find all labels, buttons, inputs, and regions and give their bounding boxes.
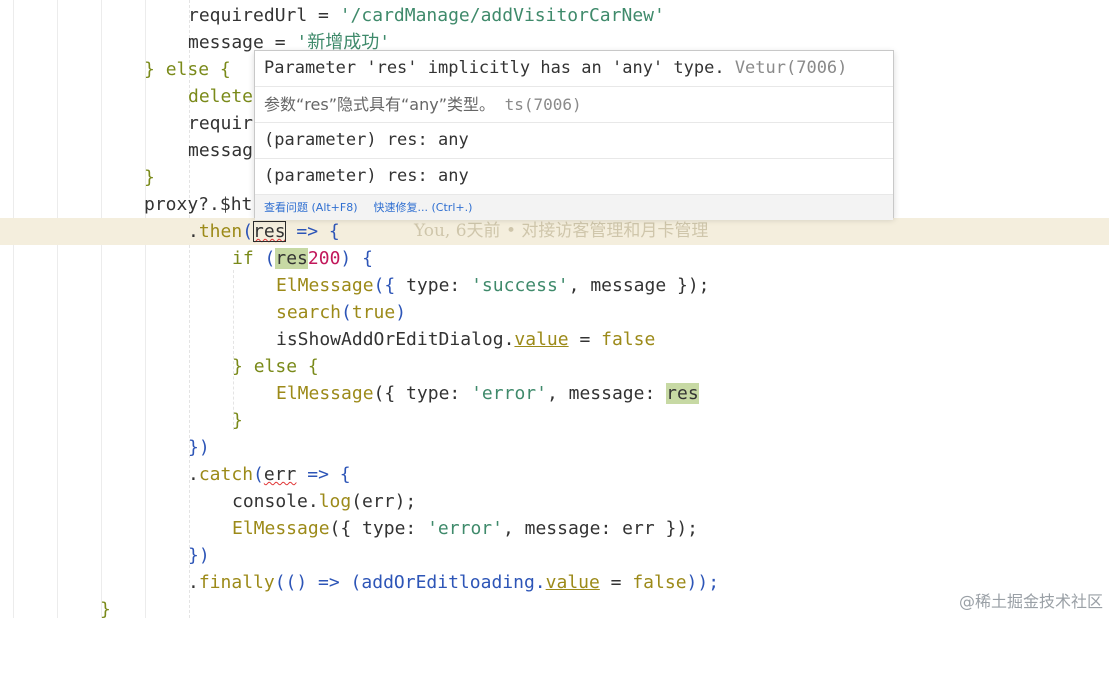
function-token: ElMessage [276,275,374,296]
code-line[interactable]: console.log(err); [0,488,1109,515]
code-token: => { [285,221,340,242]
highlighted-token: res [275,248,308,269]
diagnostic-message-vetur: Parameter 'res' implicitly has an 'any' … [255,51,893,87]
code-token: } [144,167,155,188]
code-line[interactable]: .finally(() => (addOrEditloading.value =… [0,569,1109,596]
code-token: isShowAddOrEditDialog. [276,329,515,350]
code-token: )); [686,572,720,593]
boolean-token: false [601,329,656,350]
code-token: ( [253,248,276,269]
code-token: requiredUrl = [188,5,340,26]
hover-tooltip: Parameter 'res' implicitly has an 'any' … [254,50,894,220]
diagnostic-source: ts(7006) [494,95,582,114]
code-line[interactable]: ElMessage({ type: 'error', message: err … [0,515,1109,542]
code-token: ) { [340,248,373,269]
code-line[interactable]: }) [0,542,1109,569]
quick-fix-link[interactable]: 快速修复... (Ctrl+.) [374,201,473,214]
boolean-token: false [632,572,687,593]
keyword-token: else [253,356,298,377]
code-line[interactable]: ElMessage({ type: 'success', message }); [0,272,1109,299]
code-token: , message: [546,383,667,404]
hover-actions: 查看问题 (Alt+F8) 快速修复... (Ctrl+.) [255,195,893,220]
diagnostic-text: Parameter 'res' implicitly has an 'any' … [264,58,725,78]
code-token: ( [341,302,352,323]
code-token: }) [188,545,210,566]
code-line[interactable]: requiredUrl = '/cardManage/addVisitorCar… [0,2,1109,29]
code-token: , message: err }); [502,518,699,539]
code-token: } [144,59,166,80]
boolean-token: true [351,302,396,323]
type-info: (parameter) res: any [255,159,893,195]
code-line[interactable]: ElMessage({ type: 'error', message: res [0,380,1109,407]
code-token: ) [395,302,407,323]
function-token: search [276,302,342,323]
code-token: (err); [351,491,417,512]
function-token: ElMessage [232,518,330,539]
code-token: ( [253,464,264,485]
code-line[interactable]: }) [0,434,1109,461]
code-line[interactable]: search(true) [0,299,1109,326]
code-token: { [209,59,231,80]
watermark: @稀土掘金技术社区 [958,592,1103,611]
function-token: catch [198,464,254,485]
code-line[interactable]: } [0,407,1109,434]
code-token: } [100,599,111,620]
keyword-token: if [232,248,254,269]
function-token: ElMessage [276,383,374,404]
code-token: } [232,410,243,431]
code-line[interactable]: if (res200) { [0,245,1109,272]
error-token-err[interactable]: err [264,464,297,485]
code-token: type: [406,275,472,296]
code-token: (() => (addOrEditloading. [274,572,546,593]
code-token: => { [296,464,351,485]
code-token: = [568,329,602,350]
string-token: 'error' [427,518,503,539]
code-line-current[interactable]: .then(res => { You, 6天前 • 对接访客管理和月卡管理 [0,218,1109,245]
function-token: log [318,491,352,512]
git-blame-annotation: You, 6天前 • 对接访客管理和月卡管理 [414,221,709,241]
code-token: messag [188,140,254,161]
error-token-res[interactable]: res [253,221,286,242]
string-token: 'error' [471,383,547,404]
diagnostic-message-ts: 参数“res”隐式具有“any”类型。 ts(7006) [255,87,893,123]
code-token: ( [242,221,254,242]
string-token: '/cardManage/addVisitorCarNew' [339,5,665,26]
keyword-token: else [165,59,210,80]
code-line[interactable]: isShowAddOrEditDialog.value = false [0,326,1109,353]
function-token: then [198,221,243,242]
code-token: = [599,572,633,593]
property-token: value [514,329,569,350]
property-token: value [545,572,600,593]
code-token: } [232,356,254,377]
code-token: ({ [373,275,407,296]
code-token: , message }); [568,275,710,296]
code-token: ({ type: [329,518,428,539]
diagnostic-text: 参数“res”隐式具有“any”类型。 [264,95,495,114]
view-problem-link[interactable]: 查看问题 (Alt+F8) [264,201,358,214]
code-token: . [188,572,199,593]
highlighted-token: res [666,383,699,404]
code-token: console. [232,491,319,512]
number-token: 200 [307,248,341,269]
code-line[interactable]: } else { [0,353,1109,380]
code-token: delete [188,86,254,107]
code-token: ({ type: [373,383,472,404]
code-line[interactable]: .catch(err => { [0,461,1109,488]
code-line[interactable]: } [0,596,1109,623]
code-token: }) [188,437,210,458]
code-token: proxy?.$ht [144,194,253,215]
function-token: finally [198,572,275,593]
diagnostic-source: Vetur(7006) [724,58,848,78]
code-token: { [297,356,319,377]
code-token: requir [188,113,254,134]
code-token: . [188,464,199,485]
string-token: 'success' [471,275,569,296]
code-token: . [188,221,199,242]
type-info: (parameter) res: any [255,123,893,159]
